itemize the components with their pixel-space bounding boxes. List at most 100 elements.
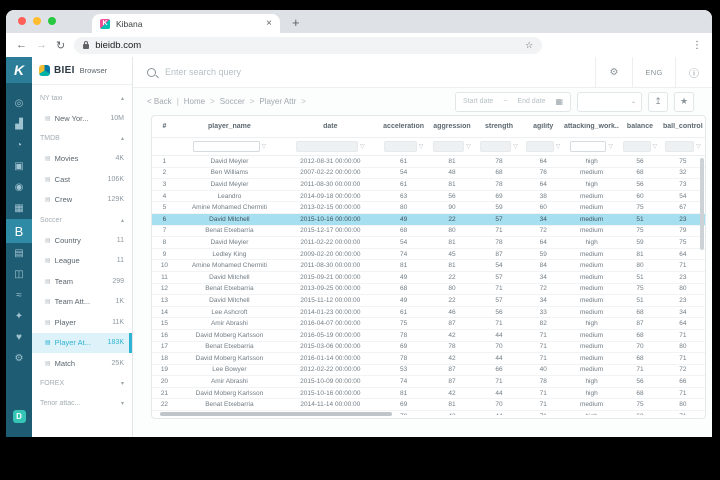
column-filter-input[interactable]	[622, 141, 651, 152]
column-filter-input[interactable]	[570, 141, 607, 152]
sidebar-item-country[interactable]: ▤ Country 11	[32, 230, 132, 251]
org-icon[interactable]: ◫	[6, 264, 32, 285]
table-row[interactable]: 15 Amir Abrashi 2016-04-07 00:00:00 75 87 71 8…	[152, 318, 705, 330]
column-header-attackingwork[interactable]: attacking_work...	[564, 123, 619, 130]
browser-menu-icon[interactable]: ⋮	[692, 40, 702, 51]
filter-funnel-icon[interactable]: ▽	[608, 143, 613, 150]
table-row[interactable]: 6 David Mitchell 2015-10-16 00:00:00 49 22 57…	[152, 213, 705, 226]
table-row[interactable]: 14 Lee Ashcroft 2014-01-23 00:00:00 61 46 56 3…	[152, 307, 705, 319]
column-header-ballcontrol[interactable]: ball_control	[661, 123, 705, 130]
sidebar-item-new-yor-[interactable]: ▤ New Yor... 10M	[32, 108, 132, 129]
monitoring-icon[interactable]: ♥	[6, 327, 32, 348]
vertical-scrollbar[interactable]	[700, 158, 704, 250]
tree-group-header[interactable]: Soccer ▴	[32, 210, 132, 230]
column-header-acceleration[interactable]: acceleration	[379, 123, 429, 130]
column-header-aggression[interactable]: aggression	[428, 123, 475, 130]
store-icon[interactable]: ▤	[6, 243, 32, 264]
table-row[interactable]: 9 Ledley King 2009-02-20 00:00:00 74 45 87 59 m…	[152, 249, 705, 261]
table-row[interactable]: 13 David Mitchell 2015-11-12 00:00:00 49 22 5…	[152, 295, 705, 307]
filter-funnel-icon[interactable]: ▽	[556, 143, 561, 150]
sidebar-item-player-at-[interactable]: ▤ Player At... 183K	[32, 332, 132, 353]
back-link[interactable]: < Back	[147, 97, 172, 106]
column-header-#[interactable]: #	[152, 123, 177, 130]
column-filter-input[interactable]	[664, 141, 695, 152]
calendar-icon[interactable]: ▦	[555, 97, 563, 106]
maximize-window-button[interactable]	[48, 17, 56, 25]
breadcrumb-soccer[interactable]: Soccer	[220, 97, 245, 106]
column-filter-input[interactable]	[296, 141, 358, 152]
column-filter-input[interactable]	[192, 141, 260, 152]
breadcrumb-home[interactable]: Home	[184, 97, 205, 106]
filter-funnel-icon[interactable]: ▽	[262, 143, 267, 150]
page-size-select[interactable]: ⌄	[577, 91, 642, 112]
url-text[interactable]: bieidb.com	[95, 40, 519, 51]
end-date-input[interactable]: End date	[517, 98, 545, 105]
table-row[interactable]: 19 Lee Bowyer 2012-02-22 00:00:00 53 87 66 40 m…	[152, 365, 705, 377]
collapse-chevron-icon[interactable]: ▴	[121, 95, 124, 102]
user-badge[interactable]: D	[12, 410, 26, 423]
forward-icon[interactable]: →	[36, 39, 47, 51]
maps-icon[interactable]: ◉	[6, 177, 32, 198]
table-row[interactable]: 17 Benat Etxebarria 2015-03-06 00:00:00 69 7…	[152, 342, 705, 354]
tree-group-header[interactable]: Tenor attac... ▾	[32, 394, 132, 414]
bookmark-star-icon[interactable]: ☆	[525, 40, 533, 51]
sidebar-item-team[interactable]: ▤ Team 299	[32, 271, 132, 292]
filter-funnel-icon[interactable]: ▽	[653, 143, 658, 150]
column-header-balance[interactable]: balance	[619, 123, 660, 130]
filter-funnel-icon[interactable]: ▽	[360, 143, 365, 150]
reload-icon[interactable]: ↻	[56, 39, 65, 52]
column-header-strength[interactable]: strength	[475, 123, 522, 130]
table-row[interactable]: 11 David Mitchell 2015-09-21 00:00:00 49 22 5…	[152, 272, 705, 284]
table-row[interactable]: 22 Benat Etxebarria 2014-11-14 00:00:00 69 8…	[152, 399, 705, 412]
column-header-playername[interactable]: player_name	[177, 123, 282, 130]
info-button[interactable]: ⓘ	[675, 57, 712, 87]
horizontal-scrollbar[interactable]	[160, 412, 392, 416]
table-row[interactable]: 12 Benat Etxebarria 2013-09-25 00:00:00 68 8…	[152, 284, 705, 296]
column-header-agility[interactable]: agility	[522, 123, 563, 130]
minimize-window-button[interactable]	[33, 17, 41, 25]
collapse-chevron-icon[interactable]: ▾	[121, 400, 124, 407]
date-range-picker[interactable]: Start date ~ End date ▦	[454, 91, 571, 112]
collapse-chevron-icon[interactable]: ▾	[121, 380, 124, 387]
sidebar-item-cast[interactable]: ▤ Cast 106K	[32, 169, 132, 190]
close-window-button[interactable]	[18, 17, 26, 25]
biei-app-icon[interactable]: B	[6, 219, 32, 243]
column-header-date[interactable]: date	[282, 123, 379, 130]
discover-icon[interactable]: ◎	[6, 93, 32, 114]
close-tab-icon[interactable]: ×	[266, 18, 272, 29]
column-filter-input[interactable]	[433, 141, 465, 152]
canvas-icon[interactable]: ▦	[6, 198, 32, 219]
address-bar[interactable]: bieidb.com ☆	[74, 36, 543, 54]
settings-button[interactable]: ⚙	[595, 57, 632, 87]
pipeline-icon[interactable]: ≈	[6, 285, 32, 306]
sidebar-item-league[interactable]: ▤ League 11	[32, 251, 132, 272]
table-row[interactable]: 4 Leandro 2014-09-18 00:00:00 63 56 69 38 mediu…	[152, 191, 705, 203]
sidebar-item-crew[interactable]: ▤ Crew 129K	[32, 190, 132, 211]
sidebar-item-player[interactable]: ▤ Player 11K	[32, 312, 132, 333]
filter-funnel-icon[interactable]: ▽	[466, 143, 471, 150]
export-button[interactable]: ↥	[648, 91, 668, 112]
collapse-chevron-icon[interactable]: ▴	[121, 135, 124, 142]
sidebar-item-movies[interactable]: ▤ Movies 4K	[32, 149, 132, 170]
dashboard-icon[interactable]: ▣	[6, 156, 32, 177]
table-row[interactable]: 8 David Meyler 2011-02-22 00:00:00 54 81 78 64…	[152, 237, 705, 249]
table-row[interactable]: 1 David Meyler 2012-08-31 00:00:00 61 81 78 64…	[152, 156, 705, 168]
table-row[interactable]: 20 Amir Abrashi 2015-10-09 00:00:00 74 87 71 7…	[152, 376, 705, 388]
search-input[interactable]: Enter search query	[165, 67, 595, 77]
start-date-input[interactable]: Start date	[463, 98, 493, 105]
back-icon[interactable]: ←	[16, 39, 27, 51]
table-row[interactable]: 7 Benat Etxebarria 2015-12-17 00:00:00 68 80…	[152, 226, 705, 238]
breadcrumb-player-attr[interactable]: Player Attr	[259, 97, 296, 106]
table-row[interactable]: 10 Amine Mohamed Chermiti 2011-08-30 00:00…	[152, 260, 705, 272]
table-row[interactable]: 3 David Meyler 2011-08-30 00:00:00 61 81 78 64…	[152, 179, 705, 191]
new-tab-button[interactable]: +	[292, 15, 300, 30]
tree-group-header[interactable]: NY taxi ▴	[32, 88, 132, 108]
favorite-button[interactable]: ★	[674, 91, 694, 112]
table-row[interactable]: 21 David Moberg Karlsson 2015-10-16 00:00:…	[152, 388, 705, 400]
devtools-icon[interactable]: ✦	[6, 306, 32, 327]
column-filter-input[interactable]	[383, 141, 417, 152]
sidebar-item-team-att-[interactable]: ▤ Team Att... 1K	[32, 292, 132, 313]
tree-group-header[interactable]: TMDB ▴	[32, 129, 132, 149]
browser-tab-kibana[interactable]: K Kibana ×	[92, 14, 280, 33]
table-row[interactable]: 2 Ben Williams 2007-02-22 00:00:00 54 48 68 76…	[152, 168, 705, 180]
